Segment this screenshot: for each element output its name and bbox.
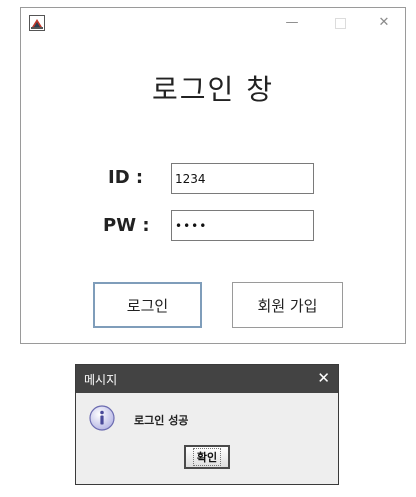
signup-button[interactable]: 회원 가입 <box>232 282 343 328</box>
dialog-title-bar: 메시지 ✕ <box>76 365 338 393</box>
ok-button[interactable]: 확인 <box>184 445 230 469</box>
info-icon <box>89 405 115 431</box>
pw-label: PW : <box>103 215 150 236</box>
maximize-icon <box>334 18 346 29</box>
ok-button-label: 확인 <box>192 448 222 466</box>
id-label: ID : <box>108 167 144 188</box>
maximize-button[interactable] <box>330 13 350 33</box>
java-app-icon <box>29 15 45 31</box>
minimize-button[interactable]: — <box>282 13 302 33</box>
page-title: 로그인 창 <box>152 73 274 106</box>
id-field[interactable] <box>171 163 314 194</box>
dialog-message: 로그인 성공 <box>134 414 189 427</box>
dialog-close-button[interactable]: ✕ <box>317 369 330 387</box>
login-window: — ✕ 로그인 창 ID : PW : 로그인 회원 가입 <box>20 7 406 344</box>
password-field[interactable] <box>171 210 314 241</box>
login-button[interactable]: 로그인 <box>93 282 202 328</box>
title-bar: — ✕ <box>21 8 405 38</box>
dialog-title: 메시지 <box>84 373 118 387</box>
close-button[interactable]: ✕ <box>374 13 394 33</box>
message-dialog: 메시지 ✕ 로그인 성공 확인 <box>75 364 339 485</box>
